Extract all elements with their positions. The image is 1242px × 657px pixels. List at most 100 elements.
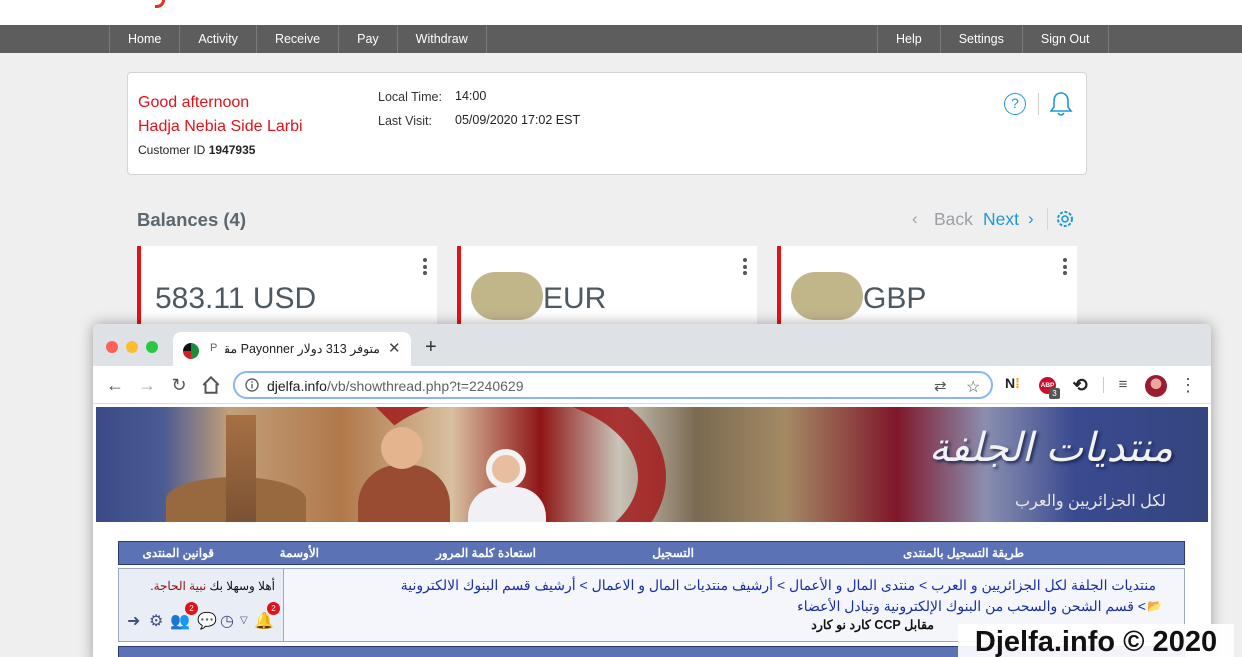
customer-id-label: Customer ID xyxy=(138,143,206,157)
redacted-amount xyxy=(471,272,543,320)
breadcrumb[interactable]: منتديات الجلفة لكل الجزائريين و العرب > … xyxy=(401,577,1156,594)
nav-help[interactable]: Help xyxy=(877,25,940,53)
forum-nav: طريقة التسجيل بالمنتدى التسجيل استعادة ك… xyxy=(118,541,1185,565)
address-bar[interactable]: djelfa.info/vb/showthread.php?t=2240629 … xyxy=(233,371,993,399)
chevron-right-icon[interactable]: › xyxy=(1028,209,1034,229)
dropdown-caret-icon[interactable]: ▽ xyxy=(240,615,248,626)
local-time-value: 14:00 xyxy=(455,89,487,103)
balance-card-eur[interactable]: EUR xyxy=(457,246,757,336)
nav-receive[interactable]: Receive xyxy=(255,25,338,53)
balance-card-usd[interactable]: 583.11 USD xyxy=(137,246,437,336)
minimize-window-button[interactable] xyxy=(126,341,138,353)
translate-icon[interactable]: ⇄ xyxy=(934,377,947,395)
maximize-window-button[interactable] xyxy=(146,341,158,353)
main-nav-left: Home Activity Receive Pay Withdraw xyxy=(109,25,487,53)
balance-amount: 583.11 USD xyxy=(155,282,317,315)
pager-divider xyxy=(1047,208,1048,230)
tab-close-icon[interactable]: ✕ xyxy=(388,339,401,357)
forum-nav-register[interactable]: التسجيل xyxy=(652,546,694,560)
thread-title: مقابل CCP كارد نو كارد xyxy=(811,618,934,632)
browser-menu-icon[interactable]: ⋮ xyxy=(1177,374,1199,396)
forum-nav-medals[interactable]: الأوسمة xyxy=(280,546,319,560)
balance-currency: EUR xyxy=(543,282,607,315)
page-header xyxy=(0,0,1242,25)
profile-avatar[interactable] xyxy=(1145,375,1167,397)
gear-icon[interactable] xyxy=(1054,208,1076,230)
reload-icon[interactable]: ↻ xyxy=(168,374,190,396)
payoneer-logo[interactable] xyxy=(155,0,165,8)
nav-withdraw[interactable]: Withdraw xyxy=(396,25,487,53)
watermark: Djelfa.info © 2020 xyxy=(958,624,1234,657)
welcome-panel: أهلا وسهلا بك نبية الحاجة. ➜ ⚙ 👥 2 💬 ◷ ▽… xyxy=(119,569,284,641)
tab-title: متوفر 313 دولار Payonner مقابل xyxy=(225,342,380,356)
settings-gear-icon[interactable]: ⚙ xyxy=(149,611,163,631)
forum-nav-registration-guide[interactable]: طريقة التسجيل بالمنتدى xyxy=(903,546,1024,560)
url-path: /vb/showthread.php?t=2240629 xyxy=(326,378,524,394)
browser-window: P متوفر 313 دولار Payonner مقابل ✕ + ← →… xyxy=(93,324,1211,657)
customer-id-value: 1947935 xyxy=(208,143,256,157)
more-vertical-icon[interactable] xyxy=(1063,258,1067,278)
nav-activity[interactable]: Activity xyxy=(179,25,256,53)
browser-toolbar: ← → ↻ djelfa.info/vb/showthread.php?t=22… xyxy=(93,366,1211,404)
logout-icon[interactable]: ➜ xyxy=(127,611,140,631)
forum-logo[interactable]: منتديات الجلفة xyxy=(929,425,1173,471)
forum-logo-subtitle: لكل الجزائريين والعرب xyxy=(1014,493,1166,510)
toolbar-separator xyxy=(1103,377,1104,393)
greeting-salutation: Good afternoon xyxy=(138,94,250,111)
last-visit-value: 05/09/2020 17:02 EST xyxy=(455,113,581,127)
tab-strip: P متوفر 313 دولار Payonner مقابل ✕ + xyxy=(93,324,1211,366)
greeting-text: Good afternoon Hadja Nebia Side Larbi xyxy=(138,91,303,139)
welcome-prefix: أهلا وسهلا بك xyxy=(209,579,275,593)
messages-icon[interactable]: 💬 xyxy=(197,611,217,631)
more-vertical-icon[interactable] xyxy=(423,258,427,278)
close-window-button[interactable] xyxy=(106,341,118,353)
site-info-icon[interactable] xyxy=(245,378,259,392)
tab-prefix: P xyxy=(210,342,218,354)
balances-back-button[interactable]: Back xyxy=(934,209,973,230)
balance-currency: GBP xyxy=(863,282,927,315)
site-favicon-icon xyxy=(183,343,199,359)
forward-arrow-icon[interactable]: → xyxy=(136,374,158,396)
welcome-username[interactable]: نبية الحاجة xyxy=(154,579,207,593)
friends-icon[interactable]: 👥 xyxy=(170,611,190,631)
forum-nav-rules[interactable]: قوانين المنتدى xyxy=(142,546,214,560)
main-nav: Home Activity Receive Pay Withdraw Help … xyxy=(0,25,1242,53)
greeting-card: Good afternoon Hadja Nebia Side Larbi Cu… xyxy=(127,72,1087,175)
breadcrumb-current-forum[interactable]: > قسم الشحن والسحب من البنوك الإلكترونية… xyxy=(797,598,1146,615)
media-controls-icon[interactable]: ≡ xyxy=(1112,374,1134,396)
help-circle-icon[interactable]: ? xyxy=(1004,93,1026,115)
forum-nav-recover-password[interactable]: استعادة كلمة المرور xyxy=(436,546,536,560)
nav-pay[interactable]: Pay xyxy=(338,25,397,53)
nav-sign-out[interactable]: Sign Out xyxy=(1021,25,1109,53)
forum-banner: منتديات الجلفة لكل الجزائريين والعرب xyxy=(96,407,1208,522)
new-tab-button[interactable]: + xyxy=(425,337,437,357)
extension-n-icon[interactable]: N⁞ xyxy=(1005,375,1020,391)
chevron-left-icon[interactable]: ‹ xyxy=(912,209,918,229)
url-text: djelfa.info/vb/showthread.php?t=2240629 xyxy=(267,378,523,394)
banner-minaret xyxy=(226,415,256,522)
banner-figure xyxy=(381,427,423,469)
last-visit-label: Last Visit: xyxy=(378,114,432,128)
welcome-text: أهلا وسهلا بك نبية الحاجة. xyxy=(150,579,275,593)
bookmark-star-icon[interactable]: ☆ xyxy=(966,377,980,397)
notification-bell-icon[interactable] xyxy=(1048,90,1074,118)
balances-title: Balances (4) xyxy=(137,209,246,230)
main-nav-right: Help Settings Sign Out xyxy=(877,25,1109,53)
url-host: djelfa.info xyxy=(267,378,327,394)
customer-id: Customer ID 1947935 xyxy=(138,143,255,157)
banner-figure xyxy=(486,449,526,489)
local-time-label: Local Time: xyxy=(378,90,442,104)
nav-settings[interactable]: Settings xyxy=(939,25,1022,53)
sync-extension-icon[interactable]: ⟲ xyxy=(1069,374,1091,396)
more-vertical-icon[interactable] xyxy=(743,258,747,278)
notifications-badge: 2 xyxy=(267,602,280,615)
browser-tab[interactable]: P متوفر 313 دولار Payonner مقابل ✕ xyxy=(173,332,411,366)
greeting-user-name: Hadja Nebia Side Larbi xyxy=(138,118,303,135)
folder-icon: 📂 xyxy=(1147,599,1162,613)
balance-card-gbp[interactable]: GBP xyxy=(777,246,1077,336)
clock-icon[interactable]: ◷ xyxy=(220,611,234,631)
balances-next-button[interactable]: Next xyxy=(983,209,1019,230)
home-icon[interactable] xyxy=(200,374,222,396)
back-arrow-icon[interactable]: ← xyxy=(104,374,126,396)
nav-home[interactable]: Home xyxy=(109,25,179,53)
